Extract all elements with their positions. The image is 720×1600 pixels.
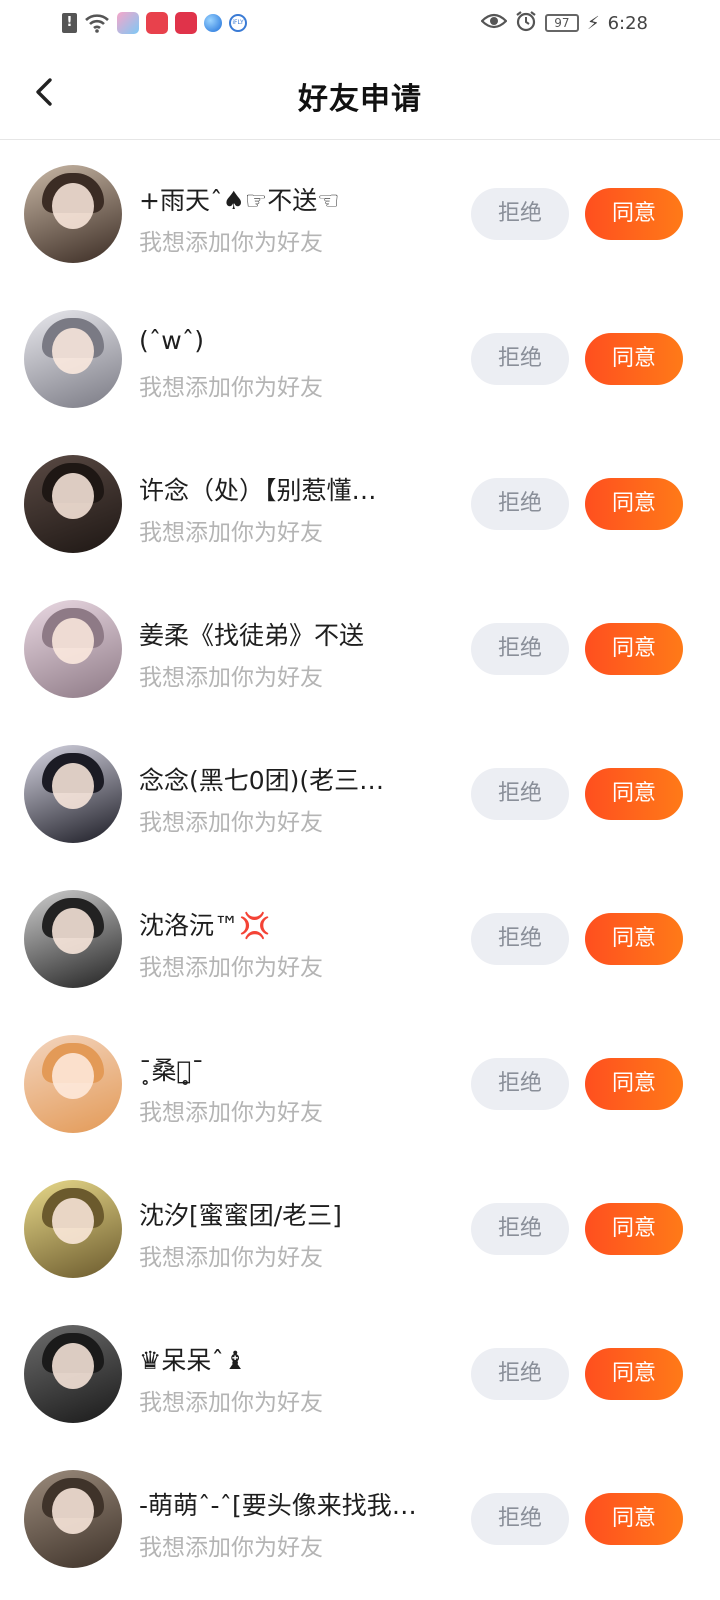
avatar-face (52, 183, 94, 229)
requester-name: -萌萌ˆ-ˆ[要头像来找我… (139, 1491, 417, 1520)
accept-button[interactable]: 同意 (585, 478, 683, 530)
requester-name: +雨天ˆ♠☞不送☜ (139, 186, 340, 215)
reader-app-icon (175, 12, 197, 34)
accept-button[interactable]: 同意 (585, 333, 683, 385)
reject-button[interactable]: 拒绝 (471, 913, 569, 965)
page-title: 好友申请 (298, 82, 422, 117)
requester-name: (ˆwˆ) (139, 326, 204, 355)
reject-button[interactable]: 拒绝 (471, 1203, 569, 1255)
eye-icon (480, 12, 508, 34)
reject-button[interactable]: 拒绝 (471, 1058, 569, 1110)
avatar[interactable] (24, 600, 122, 698)
request-message: 我想添加你为好友 (139, 665, 323, 691)
reject-button[interactable]: 拒绝 (471, 188, 569, 240)
charging-icon: ⚡ (586, 12, 600, 34)
friend-request-row: ¯̥桑稚̥¯ 我想添加你为好友 拒绝 同意 (0, 1011, 720, 1156)
reject-button[interactable]: 拒绝 (471, 333, 569, 385)
avatar-face (52, 618, 94, 664)
friend-request-row: +雨天ˆ♠☞不送☜ 我想添加你为好友 拒绝 同意 (0, 141, 720, 286)
avatar-face (52, 1053, 94, 1099)
wifi-icon (84, 13, 110, 33)
game-app-icon (117, 12, 139, 34)
accept-button[interactable]: 同意 (585, 1348, 683, 1400)
accept-button[interactable]: 同意 (585, 768, 683, 820)
reject-button[interactable]: 拒绝 (471, 1348, 569, 1400)
avatar[interactable] (24, 890, 122, 988)
avatar-face (52, 1343, 94, 1389)
battery-icon: 97 (544, 14, 579, 32)
request-message: 我想添加你为好友 (139, 375, 323, 401)
alarm-icon (515, 10, 537, 36)
request-message: 我想添加你为好友 (139, 1245, 323, 1271)
avatar[interactable] (24, 745, 122, 843)
requester-name: 沈汐[蜜蜜团/老三] (139, 1201, 342, 1230)
requester-name: ¯̥桑稚̥¯ (139, 1056, 205, 1085)
request-message: 我想添加你为好友 (139, 1100, 323, 1126)
avatar-face (52, 763, 94, 809)
friend-request-row: 许念（处）【别惹懂… 我想添加你为好友 拒绝 同意 (0, 431, 720, 576)
request-message: 我想添加你为好友 (139, 955, 323, 981)
avatar-face (52, 908, 94, 954)
browser-app-icon (204, 14, 222, 32)
reject-button[interactable]: 拒绝 (471, 1493, 569, 1545)
status-bar-left: ! iFLY (62, 12, 247, 34)
friend-request-row: -萌萌ˆ-ˆ[要头像来找我… 我想添加你为好友 拒绝 同意 (0, 1446, 720, 1591)
avatar[interactable] (24, 1035, 122, 1133)
friend-request-list: +雨天ˆ♠☞不送☜ 我想添加你为好友 拒绝 同意 (ˆwˆ) 我想添加你为好友 … (0, 141, 720, 1591)
friend-request-row: (ˆwˆ) 我想添加你为好友 拒绝 同意 (0, 286, 720, 431)
friend-request-row: 念念(黑七0团)(老三… 我想添加你为好友 拒绝 同意 (0, 721, 720, 866)
request-message: 我想添加你为好友 (139, 230, 323, 256)
sim-alert-icon: ! (62, 13, 77, 33)
requester-name: 念念(黑七0团)(老三… (139, 766, 385, 795)
request-message: 我想添加你为好友 (139, 810, 323, 836)
avatar[interactable] (24, 1470, 122, 1568)
requester-name: 许念（处）【别惹懂… (139, 476, 377, 505)
request-message: 我想添加你为好友 (139, 1535, 323, 1561)
friend-request-row: 沈汐[蜜蜜团/老三] 我想添加你为好友 拒绝 同意 (0, 1156, 720, 1301)
ifly-app-icon: iFLY (229, 14, 247, 32)
avatar[interactable] (24, 1325, 122, 1423)
accept-button[interactable]: 同意 (585, 1058, 683, 1110)
avatar-face (52, 328, 94, 374)
header: 好友申请 (0, 46, 720, 140)
avatar-face (52, 1488, 94, 1534)
status-bar: ! iFLY 97 ⚡ 6:28 (0, 0, 720, 46)
accept-button[interactable]: 同意 (585, 623, 683, 675)
reject-button[interactable]: 拒绝 (471, 623, 569, 675)
requester-name: 姜柔《找徒弟》不送 (139, 621, 365, 650)
request-message: 我想添加你为好友 (139, 520, 323, 546)
avatar[interactable] (24, 310, 122, 408)
avatar-face (52, 473, 94, 519)
request-message: 我想添加你为好友 (139, 1390, 323, 1416)
friend-request-row: 姜柔《找徒弟》不送 我想添加你为好友 拒绝 同意 (0, 576, 720, 721)
accept-button[interactable]: 同意 (585, 188, 683, 240)
requester-name: ♛呆呆ˆ♝ (139, 1346, 247, 1375)
avatar-face (52, 1198, 94, 1244)
status-bar-right: 97 ⚡ 6:28 (480, 10, 648, 36)
friend-request-row: 沈洛沅™💢 我想添加你为好友 拒绝 同意 (0, 866, 720, 1011)
shop-app-icon (146, 12, 168, 34)
clock: 6:28 (607, 12, 648, 34)
reject-button[interactable]: 拒绝 (471, 478, 569, 530)
friend-request-row: ♛呆呆ˆ♝ 我想添加你为好友 拒绝 同意 (0, 1301, 720, 1446)
avatar[interactable] (24, 1180, 122, 1278)
reject-button[interactable]: 拒绝 (471, 768, 569, 820)
avatar[interactable] (24, 165, 122, 263)
accept-button[interactable]: 同意 (585, 913, 683, 965)
avatar[interactable] (24, 455, 122, 553)
accept-button[interactable]: 同意 (585, 1203, 683, 1255)
requester-name: 沈洛沅™💢 (139, 911, 271, 940)
accept-button[interactable]: 同意 (585, 1493, 683, 1545)
